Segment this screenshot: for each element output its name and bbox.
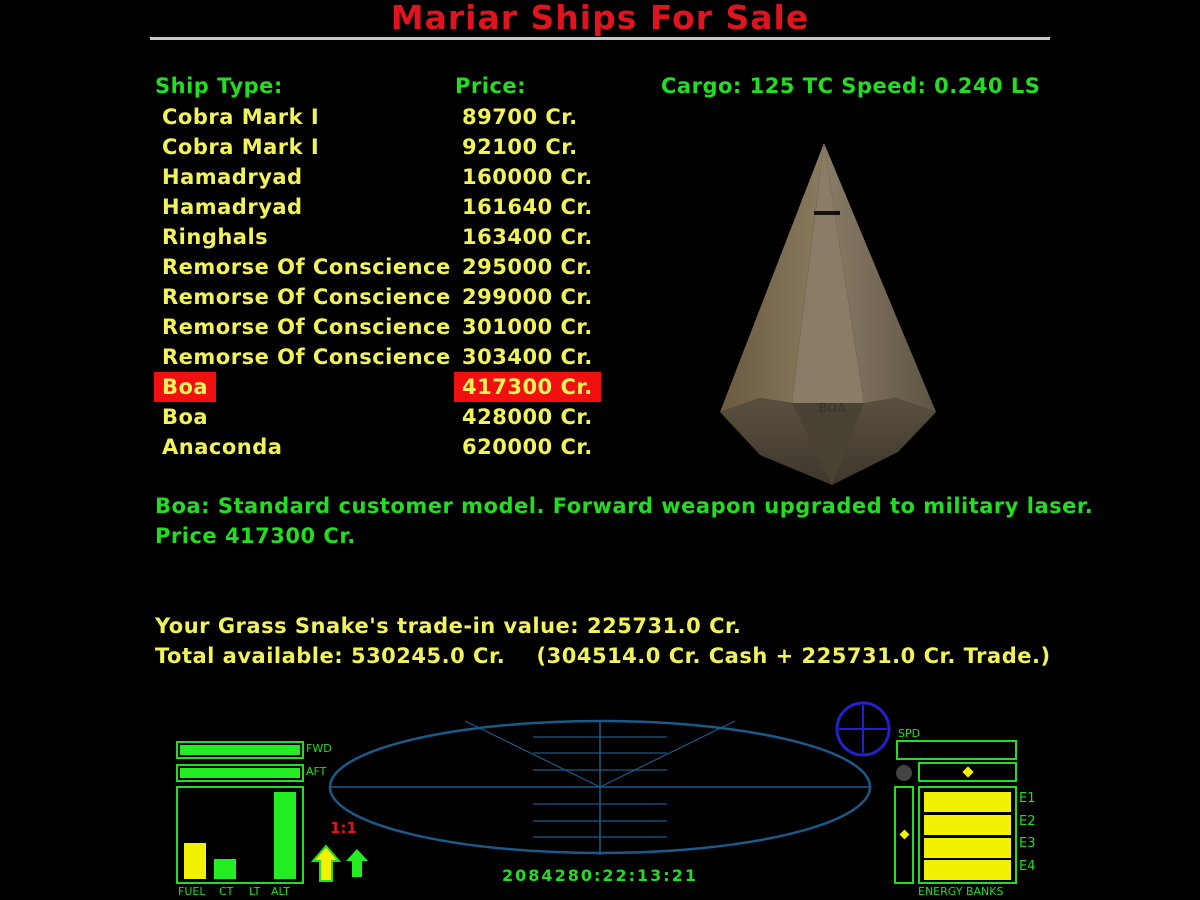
ship-vent <box>814 211 840 215</box>
speed-label: SPD <box>898 727 921 740</box>
roll-indicator <box>918 762 1017 782</box>
ship-name: Hamadryad <box>162 195 303 219</box>
ship-name: Boa <box>162 405 209 429</box>
energy-bank-1-label: E1 <box>1019 791 1036 806</box>
trade-in-value: Your Grass Snake's trade-in value: 22573… <box>155 614 742 638</box>
ship-price: 620000 Cr. <box>462 435 593 459</box>
forward-shield-fill <box>180 745 300 755</box>
ship-price: 299000 Cr. <box>462 285 593 309</box>
ship-price: 303400 Cr. <box>462 345 593 369</box>
energy-bank-3-label: E3 <box>1019 836 1036 851</box>
ship-list: Cobra Mark I 89700 Cr. Cobra Mark I 92100 C… <box>154 102 604 462</box>
ship-price: 163400 Cr. <box>462 225 593 249</box>
ship-list-row[interactable]: Cobra Mark I 92100 Cr. <box>154 132 604 162</box>
ship-price: 89700 Cr. <box>462 105 578 129</box>
ship-stats: Cargo: 125 TC Speed: 0.240 LS <box>661 74 1041 98</box>
ship-name: Anaconda <box>162 435 283 459</box>
ship-name: Hamadryad <box>162 165 303 189</box>
ship-list-row[interactable]: Remorse Of Conscience 295000 Cr. <box>154 252 604 282</box>
ship-name: Boa <box>154 372 217 402</box>
ship-price: 417300 Cr. <box>454 372 601 402</box>
altitude-label: ALT <box>271 885 290 898</box>
aft-shield-label: AFT <box>306 765 327 778</box>
ship-name: Cobra Mark I <box>162 105 320 129</box>
ship-name: Remorse Of Conscience <box>162 285 451 309</box>
energy-bank-3 <box>924 838 1011 858</box>
roll-marker-icon <box>962 766 974 778</box>
aft-shield-bar <box>176 764 304 782</box>
ship-list-row[interactable]: Hamadryad 161640 Cr. <box>154 192 604 222</box>
ship-name: Remorse Of Conscience <box>162 345 451 369</box>
compass-icon <box>835 701 891 757</box>
ship-name: Remorse Of Conscience <box>162 315 451 339</box>
ship-price: 301000 Cr. <box>462 315 593 339</box>
status-light-icon <box>896 765 912 781</box>
ship-description-price: Price 417300 Cr. <box>155 524 356 548</box>
ship-list-row[interactable]: Remorse Of Conscience 301000 Cr. <box>154 312 604 342</box>
energy-banks-label: ENERGY BANKS <box>918 885 1004 898</box>
ship-list-row[interactable]: Boa 428000 Cr. <box>154 402 604 432</box>
ship-name: Cobra Mark I <box>162 135 320 159</box>
price-header: Price: <box>455 74 527 98</box>
title-divider <box>150 37 1050 40</box>
ship-description: Boa: Standard customer model. Forward we… <box>155 494 1094 518</box>
pitch-marker-icon <box>899 829 910 840</box>
total-available: Total available: 530245.0 Cr. (304514.0 … <box>155 644 1051 668</box>
ship-list-row[interactable]: Anaconda 620000 Cr. <box>154 432 604 462</box>
ship-price: 428000 Cr. <box>462 405 593 429</box>
ship-price: 160000 Cr. <box>462 165 593 189</box>
ship-price: 161640 Cr. <box>462 195 593 219</box>
speed-bar <box>896 740 1017 760</box>
ship-list-row[interactable]: Remorse Of Conscience 303400 Cr. <box>154 342 604 372</box>
ship-type-header: Ship Type: <box>155 74 283 98</box>
ship-list-row[interactable]: Boa 417300 Cr. <box>154 372 604 402</box>
scanner <box>328 719 872 855</box>
ship-list-row[interactable]: Remorse Of Conscience 299000 Cr. <box>154 282 604 312</box>
ship-list-row[interactable]: Ringhals 163400 Cr. <box>154 222 604 252</box>
forward-shield-bar <box>176 741 304 759</box>
ship-price: 295000 Cr. <box>462 255 593 279</box>
energy-bank-1 <box>924 792 1011 812</box>
aft-shield-fill <box>180 768 300 778</box>
ship-list-row[interactable]: Hamadryad 160000 Cr. <box>154 162 604 192</box>
ship-name: Remorse Of Conscience <box>162 255 451 279</box>
laser-temp-label: LT <box>249 885 261 898</box>
fuel-label: FUEL <box>178 885 206 898</box>
ship-model-image: BOA <box>720 143 936 485</box>
ship-model-label: BOA <box>818 401 846 415</box>
ship-name: Ringhals <box>162 225 269 249</box>
game-clock: 2084280:22:13:21 <box>502 866 698 885</box>
ship-list-row[interactable]: Cobra Mark I 89700 Cr. <box>154 102 604 132</box>
energy-bank-2 <box>924 815 1011 835</box>
cabin-temp-label: CT <box>219 885 234 898</box>
page-title: Mariar Ships For Sale <box>390 0 810 37</box>
ship-price: 92100 Cr. <box>462 135 578 159</box>
energy-bank-2-label: E2 <box>1019 814 1036 829</box>
